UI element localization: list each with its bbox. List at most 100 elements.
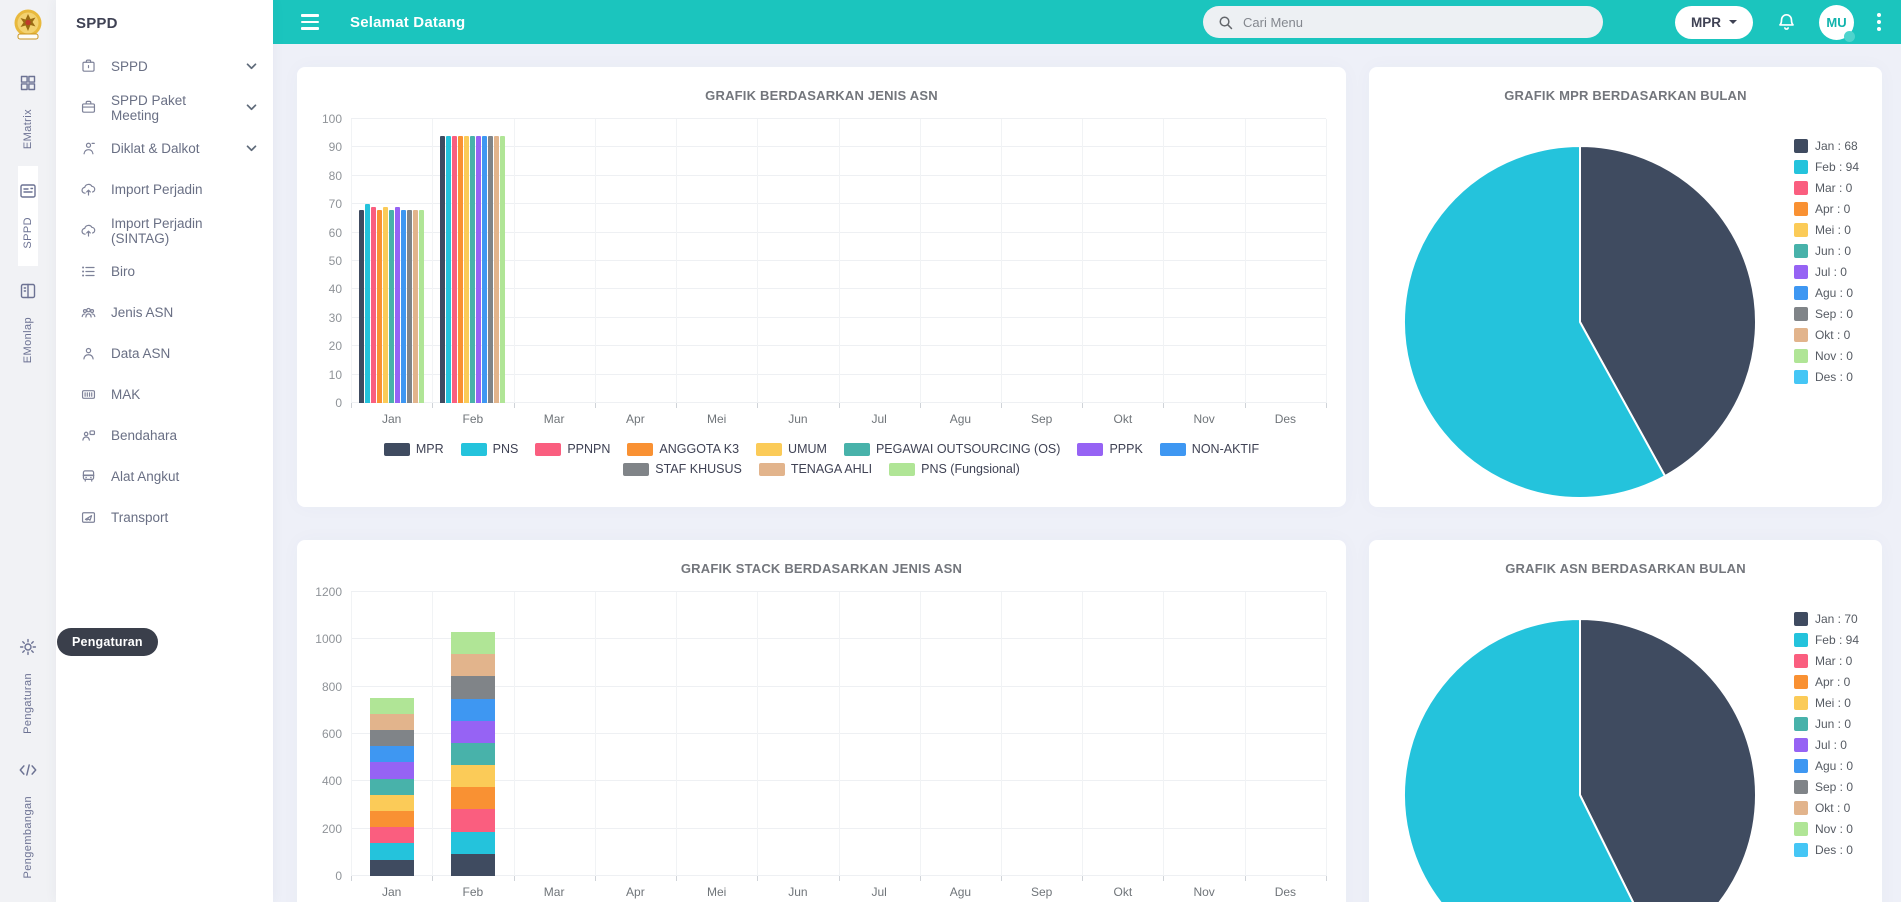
rail-tab-label: Pengembangan	[22, 796, 34, 878]
search-box[interactable]	[1203, 6, 1603, 38]
sidebar-item-biro[interactable]: Biro	[56, 251, 273, 292]
legend-item-apr[interactable]: Apr : 0	[1794, 675, 1859, 689]
legend-item-agu[interactable]: Agu : 0	[1794, 759, 1859, 773]
sidebar-item-data-asn[interactable]: Data ASN	[56, 333, 273, 374]
legend-swatch	[1794, 370, 1808, 384]
legend-label: Feb : 94	[1815, 633, 1859, 647]
legend-item-pns[interactable]: PNS	[461, 442, 519, 456]
legend-label: Nov : 0	[1815, 349, 1853, 363]
legend-item-des[interactable]: Des : 0	[1794, 370, 1859, 384]
legend-item-okt[interactable]: Okt : 0	[1794, 328, 1859, 342]
notifications-button[interactable]	[1776, 12, 1797, 33]
legend-item-pegawai-outsourcing-os[interactable]: PEGAWAI OUTSOURCING (OS)	[844, 442, 1061, 456]
org-selector-button[interactable]: MPR	[1675, 6, 1753, 39]
legend-item-pns-fungsional[interactable]: PNS (Fungsional)	[889, 462, 1020, 476]
legend-label: PNS (Fungsional)	[921, 462, 1020, 476]
legend-item-mei[interactable]: Mei : 0	[1794, 223, 1859, 237]
sidebar-item-import-perjadin[interactable]: Import Perjadin	[56, 169, 273, 210]
sidebar-item-alat-angkut[interactable]: Alat Angkut	[56, 456, 273, 497]
legend-item-apr[interactable]: Apr : 0	[1794, 202, 1859, 216]
rail-tab-pengaturan[interactable]: Pengaturan	[0, 637, 56, 734]
rail-tab-ematrix[interactable]: EMatrix	[18, 58, 38, 166]
legend-swatch	[1794, 843, 1808, 857]
chevron-down-icon	[246, 145, 257, 152]
legend-item-mar[interactable]: Mar : 0	[1794, 181, 1859, 195]
legend-swatch	[889, 463, 915, 476]
legend-item-jan[interactable]: Jan : 70	[1794, 612, 1859, 626]
legend-item-sep[interactable]: Sep : 0	[1794, 780, 1859, 794]
sidebar-item-bendahara[interactable]: Bendahara	[56, 415, 273, 456]
legend-item-non-aktif[interactable]: NON-AKTIF	[1160, 442, 1259, 456]
rail-tab-pengembangan[interactable]: Pengembangan	[0, 760, 56, 878]
legend-swatch	[1794, 780, 1808, 794]
bar	[446, 136, 451, 403]
legend-item-tenaga-ahli[interactable]: TENAGA AHLI	[759, 462, 872, 476]
legend-label: Apr : 0	[1815, 675, 1850, 689]
y-axis-tick: 60	[329, 226, 342, 240]
chart-legend: Jan : 70 Feb : 94 Mar : 0 Apr : 0 Mei : …	[1794, 612, 1859, 857]
x-axis-label: Des	[1245, 885, 1326, 899]
legend-item-jun[interactable]: Jun : 0	[1794, 244, 1859, 258]
mpr-logo[interactable]	[10, 0, 46, 58]
legend-label: Des : 0	[1815, 370, 1853, 384]
legend-item-mpr[interactable]: MPR	[384, 442, 444, 456]
rail-tab-sppd[interactable]: SPPD	[18, 166, 38, 266]
sidebar-item-label: SPPD Paket Meeting	[111, 93, 232, 123]
rail-tab-label: SPPD	[22, 217, 34, 249]
legend-item-des[interactable]: Des : 0	[1794, 843, 1859, 857]
rail-tab-emonlap[interactable]: EMonlap	[18, 266, 38, 380]
legend-item-anggota-k3[interactable]: ANGGOTA K3	[627, 442, 739, 456]
sidebar-item-sppd-paket-meeting[interactable]: SPPD Paket Meeting	[56, 87, 273, 128]
sidebar-item-diklat-dalkot[interactable]: Diklat & Dalkot	[56, 128, 273, 169]
legend-item-ppnpn[interactable]: PPNPN	[535, 442, 610, 456]
legend-label: Nov : 0	[1815, 822, 1853, 836]
legend-item-okt[interactable]: Okt : 0	[1794, 801, 1859, 815]
y-axis-tick: 50	[329, 254, 342, 268]
stack-segment	[370, 779, 414, 795]
sidebar-item-import-perjadin-sintag[interactable]: Import Perjadin (SINTAG)	[56, 210, 273, 251]
legend-item-feb[interactable]: Feb : 94	[1794, 160, 1859, 174]
sidebar-item-label: Data ASN	[111, 346, 170, 361]
x-axis-label: Jul	[839, 885, 920, 899]
menu-toggle-button[interactable]	[297, 10, 323, 33]
legend-item-jul[interactable]: Jul : 0	[1794, 265, 1859, 279]
mpr-pie-chart: GRAFIK MPR BERDASARKAN BULAN Jan : 68 Fe…	[1369, 88, 1882, 507]
bar	[413, 210, 418, 403]
legend-label: PPPK	[1109, 442, 1142, 456]
x-axis-label: Jan	[351, 412, 432, 426]
asn-pie-chart: GRAFIK ASN BERDASARKAN BULAN Jan : 70 Fe…	[1369, 561, 1882, 902]
dashboard-content: GRAFIK BERDASARKAN JENIS ASN 01020304050…	[273, 44, 1901, 902]
page-title: Selamat Datang	[350, 14, 465, 31]
legend-item-mei[interactable]: Mei : 0	[1794, 696, 1859, 710]
legend-item-sep[interactable]: Sep : 0	[1794, 307, 1859, 321]
grid-icon	[18, 73, 38, 98]
legend-item-umum[interactable]: UMUM	[756, 442, 827, 456]
bar	[458, 136, 463, 403]
legend-swatch	[1794, 244, 1808, 258]
sidebar-item-mak[interactable]: MAK	[56, 374, 273, 415]
y-axis-tick: 0	[335, 396, 342, 410]
legend-item-feb[interactable]: Feb : 94	[1794, 633, 1859, 647]
legend-item-pppk[interactable]: PPPK	[1077, 442, 1142, 456]
legend-swatch	[1794, 759, 1808, 773]
user-avatar[interactable]: MU	[1819, 5, 1854, 40]
legend-item-nov[interactable]: Nov : 0	[1794, 349, 1859, 363]
more-options-button[interactable]	[1873, 9, 1885, 35]
chart-title: GRAFIK ASN BERDASARKAN BULAN	[1369, 561, 1882, 576]
legend-swatch	[756, 443, 782, 456]
sidebar-item-transport[interactable]: Transport	[56, 497, 273, 538]
legend-item-jan[interactable]: Jan : 68	[1794, 139, 1859, 153]
legend-item-staf-khusus[interactable]: STAF KHUSUS	[623, 462, 742, 476]
sidebar-item-sppd[interactable]: SPPD	[56, 46, 273, 87]
rail-tab-label: EMatrix	[22, 109, 34, 149]
legend-item-agu[interactable]: Agu : 0	[1794, 286, 1859, 300]
search-input[interactable]	[1243, 15, 1588, 30]
legend-item-mar[interactable]: Mar : 0	[1794, 654, 1859, 668]
legend-item-nov[interactable]: Nov : 0	[1794, 822, 1859, 836]
mpr-emblem-icon	[10, 7, 46, 45]
sidebar-item-jenis-asn[interactable]: Jenis ASN	[56, 292, 273, 333]
legend-item-jul[interactable]: Jul : 0	[1794, 738, 1859, 752]
legend-item-jun[interactable]: Jun : 0	[1794, 717, 1859, 731]
stack-segment	[370, 795, 414, 811]
rail-tab-label: Pengaturan	[22, 673, 34, 734]
